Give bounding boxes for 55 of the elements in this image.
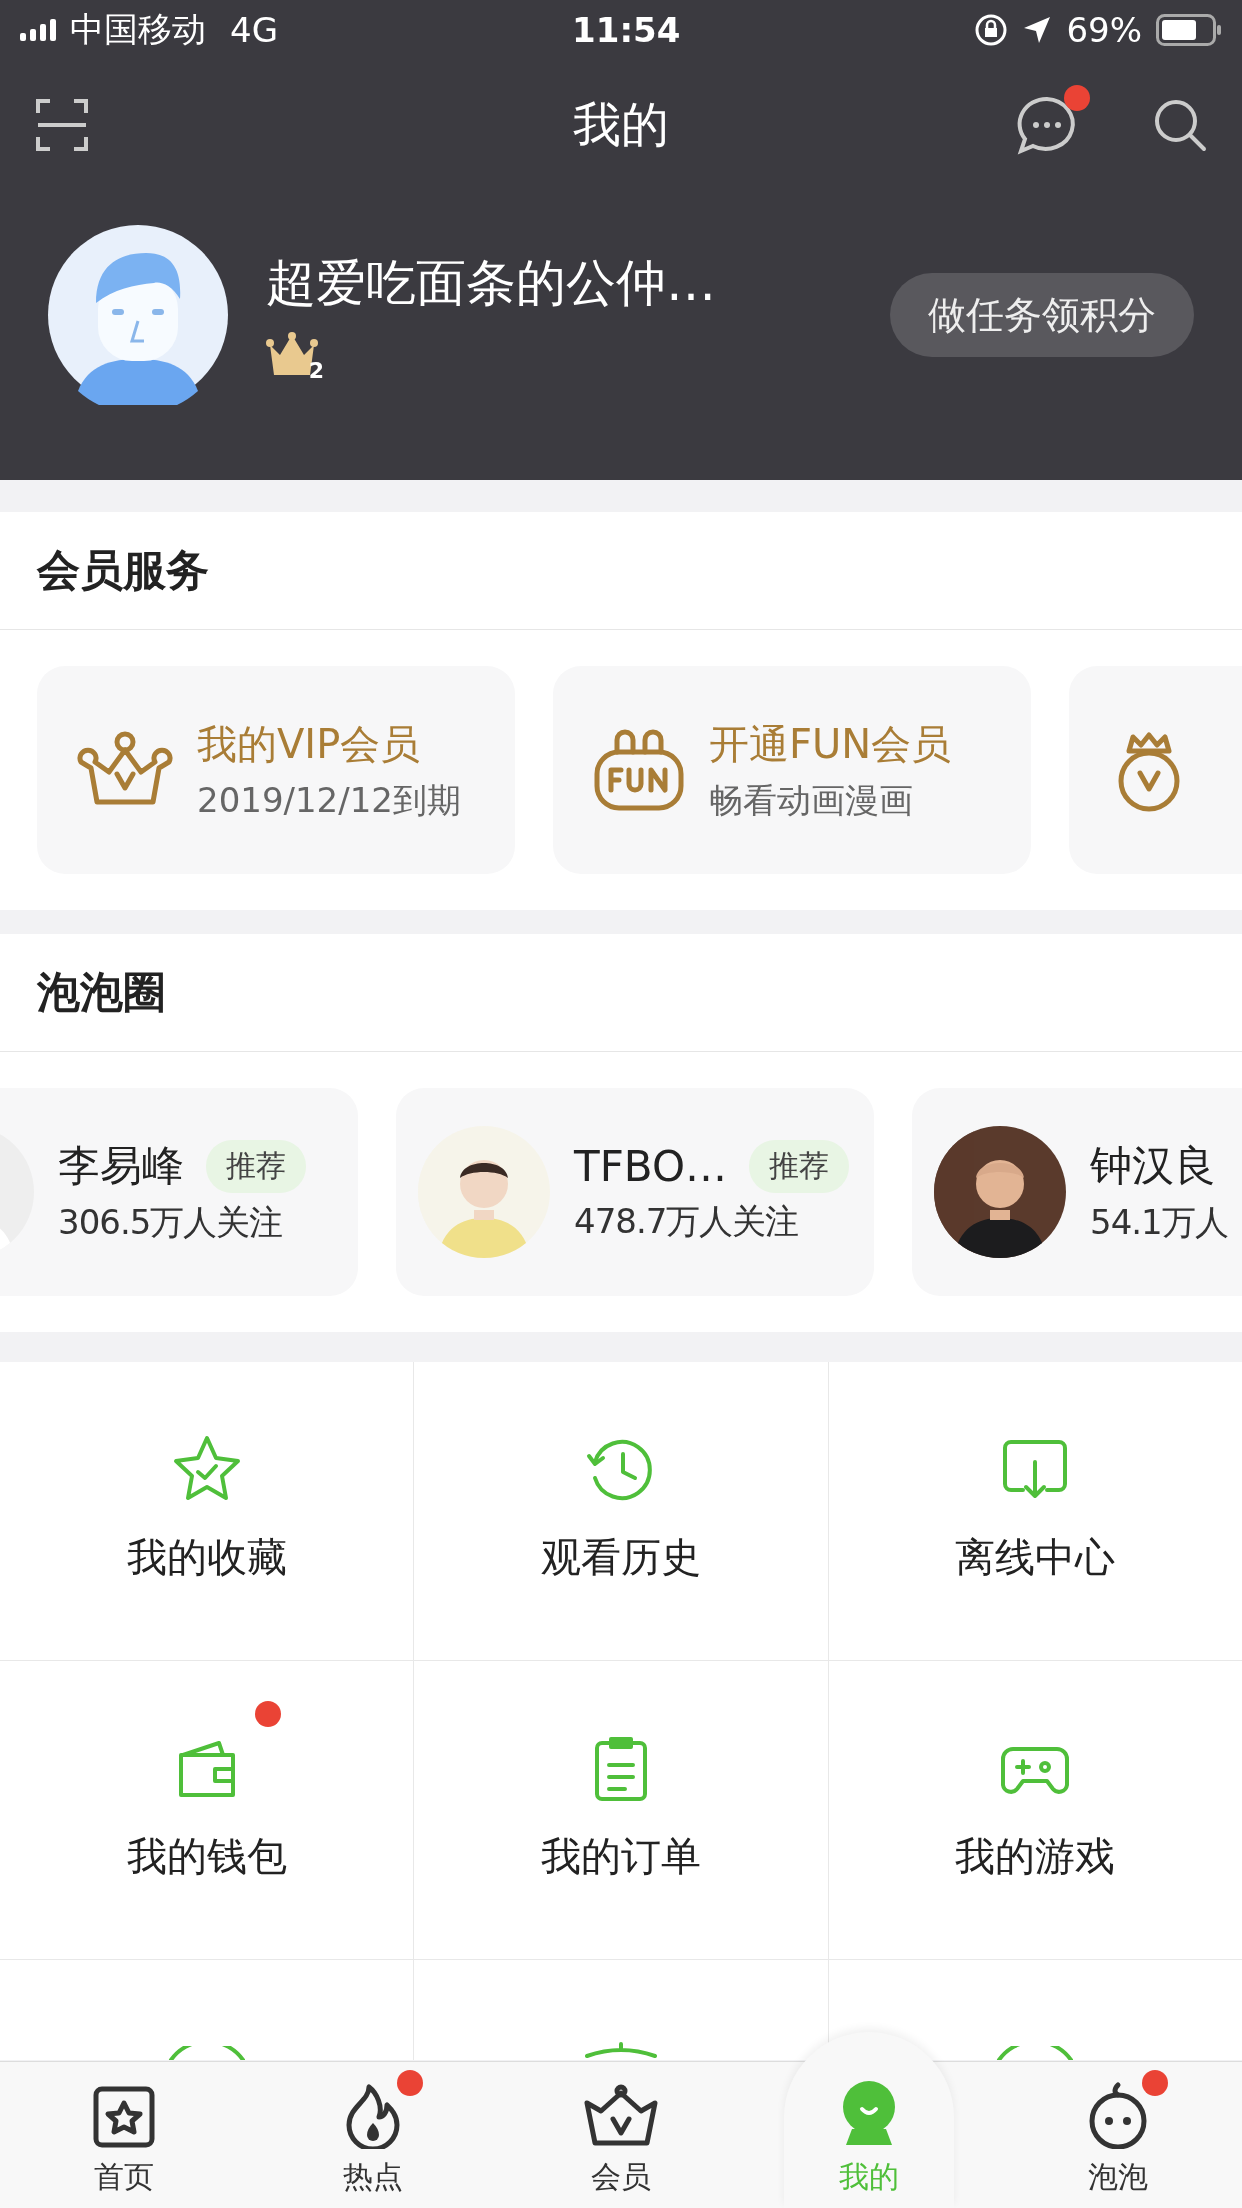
star-circle-card[interactable]: 李易峰 推荐 306.5万人关注	[0, 1088, 358, 1296]
menu-cell[interactable]	[414, 1960, 828, 2060]
scan-button[interactable]	[34, 97, 90, 153]
recommend-tag: 推荐	[206, 1139, 306, 1193]
menu-cell[interactable]	[0, 1960, 414, 2060]
tab-item[interactable]: 泡泡	[993, 2062, 1242, 2208]
membership-card[interactable]: 我的VIP会员 2019/12/12到期	[37, 666, 515, 874]
rotation-lock-icon	[974, 13, 1009, 47]
battery-percent-text: 69%	[1066, 10, 1142, 50]
clock-text: 11:54	[571, 10, 682, 50]
scan-icon	[34, 97, 90, 153]
followers-count: 306.5万人关注	[58, 1201, 284, 1244]
messages-button[interactable]	[1016, 95, 1078, 155]
tab-item[interactable]: 热点	[248, 2062, 497, 2208]
star-circle-card[interactable]: TFBO… 推荐 478.7万人关注	[396, 1088, 874, 1296]
flame-icon	[344, 2083, 401, 2149]
menu-cell[interactable]	[828, 1960, 1242, 2060]
signal-icon	[20, 19, 56, 41]
membership-subtitle: 2019/12/12到期	[197, 778, 461, 822]
location-arrow-icon	[1022, 15, 1053, 45]
search-icon	[1152, 97, 1208, 153]
fun-badge-icon	[593, 728, 685, 812]
membership-title: 开通FUN会员	[709, 719, 952, 769]
recommend-tag: 推荐	[748, 1139, 849, 1193]
menu-item[interactable]: 我的收藏	[0, 1362, 414, 1660]
star-name: TFBO…	[574, 1141, 727, 1191]
menu-item[interactable]: 我的钱包	[0, 1661, 414, 1959]
tab-item[interactable]: 首页	[0, 2062, 249, 2208]
page-title: 我的	[573, 96, 669, 152]
level-number: 2	[308, 357, 324, 383]
tasks-points-button[interactable]: 做任务领积分	[890, 273, 1194, 357]
menu-item[interactable]: 我的订单	[414, 1661, 828, 1959]
followers-count: 478.7万人关注	[574, 1199, 800, 1243]
chat-bubble-icon	[1016, 95, 1078, 155]
arc-icon	[166, 2046, 247, 2060]
menu-item[interactable]: 观看历史	[414, 1362, 828, 1660]
tab-item[interactable]: 会员	[496, 2062, 746, 2208]
arc-icon	[995, 2046, 1076, 2060]
battery-icon	[1156, 14, 1222, 46]
star-circle-card[interactable]: 钟汉良 54.1万人	[912, 1088, 1242, 1296]
user-name: 超爱吃面条的公仲…	[266, 252, 717, 314]
section-title: 泡泡圈	[37, 965, 166, 1019]
search-button[interactable]	[1152, 97, 1208, 153]
network-text: 4G	[230, 10, 278, 50]
membership-subtitle: 畅看动画漫画	[709, 778, 914, 822]
section-title: 会员服务	[37, 543, 209, 597]
star-name: 钟汉良	[1090, 1140, 1216, 1192]
membership-title: 我的VIP会员	[197, 719, 422, 769]
carrier-text: 中国移动	[70, 8, 206, 51]
membership-card[interactable]: 开通FUN会员 畅看动画漫画	[553, 666, 1031, 874]
user-avatar-icon	[48, 225, 228, 405]
menu-item[interactable]: 离线中心	[828, 1362, 1242, 1660]
menu-item[interactable]: 我的游戏	[828, 1661, 1242, 1959]
star-name: 李易峰	[58, 1140, 184, 1192]
followers-count: 54.1万人	[1090, 1201, 1228, 1244]
